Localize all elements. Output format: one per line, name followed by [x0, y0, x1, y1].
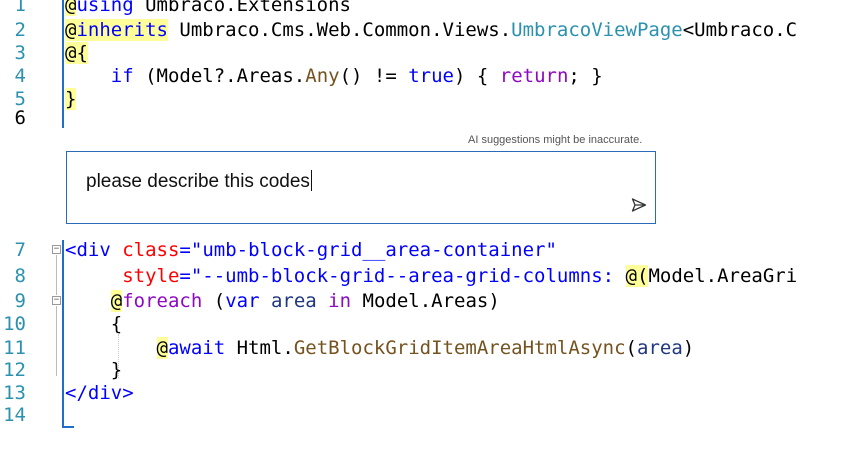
change-indicator-end [62, 426, 74, 428]
razor-block-close: } [65, 88, 77, 110]
change-indicator [62, 0, 64, 128]
collapse-icon[interactable]: − [52, 296, 61, 305]
razor-marker: @ [110, 290, 123, 312]
code-line: @using Umbraco.Extensions [65, 0, 351, 17]
razor-block-open: @{ [65, 42, 88, 64]
code-text: Umbraco.Extensions [133, 0, 351, 16]
keyword: if [110, 65, 134, 87]
code-text: Model.Areas) [362, 290, 500, 312]
line-number: 12 [3, 359, 26, 381]
method-name: GetBlockGridItemAreaHtmlAsync [293, 337, 626, 359]
text-caret [310, 170, 312, 191]
ai-disclaimer: AI suggestions might be inaccurate. [468, 134, 643, 146]
html-tag-open: <div [65, 239, 111, 261]
code-line: @inherits Umbraco.Cms.Web.Common.Views.U… [65, 19, 797, 42]
razor-marker: @ [156, 337, 168, 359]
keyword: await [167, 337, 226, 359]
line-number: 4 [14, 65, 26, 87]
code-line: </div> [65, 382, 134, 405]
code-line: @await Html.GetBlockGridItemAreaHtmlAsyn… [65, 337, 694, 360]
code-text: Umbraco.Cms.Web.Common.Views. [167, 19, 512, 41]
keyword: true [408, 65, 454, 87]
ai-chat-box[interactable]: please describe this codes [66, 151, 656, 224]
code-text: ; } [568, 65, 603, 87]
code-line: { [65, 313, 122, 336]
code-text: <Umbraco.C [682, 19, 798, 41]
line-number: 2 [14, 19, 26, 41]
code-text: ) { [453, 65, 500, 87]
razor-marker: @( [625, 265, 649, 287]
code-text: ) [682, 337, 695, 359]
line-number: 9 [14, 290, 26, 312]
chat-input[interactable]: please describe this codes [86, 170, 312, 193]
code-line: @foreach (var area in Model.Areas) [65, 290, 500, 313]
line-number: 3 [14, 42, 26, 64]
method-name: Any [305, 65, 340, 87]
line-number: 7 [14, 239, 26, 261]
collapse-icon[interactable]: − [52, 245, 61, 254]
keyword: return [499, 65, 569, 87]
html-attribute: class [122, 239, 180, 261]
keyword: in [316, 290, 363, 312]
variable: area [637, 337, 683, 359]
html-tag-close: </div> [65, 382, 134, 404]
code-line: } [65, 359, 122, 382]
code-text: = [179, 239, 191, 261]
razor-marker: @ [65, 19, 77, 41]
code-text: } [110, 359, 123, 381]
code-text: () != [339, 65, 409, 87]
line-number: 10 [3, 313, 26, 335]
chat-input-text: please describe this codes [86, 171, 310, 192]
string-literal: "--umb-block-grid--area-grid-columns: [190, 265, 626, 287]
line-number: 13 [3, 382, 26, 404]
fold-guide [56, 255, 57, 295]
type-name: UmbracoViewPage [511, 19, 683, 41]
line-number: 1 [14, 0, 26, 16]
keyword: var [225, 290, 260, 312]
line-number: 8 [14, 265, 26, 287]
line-number: 14 [3, 404, 26, 426]
code-line: <div class="umb-block-grid__area-contain… [65, 239, 557, 262]
code-text: (Model?.Areas. [133, 65, 306, 87]
code-text: ( [202, 290, 226, 312]
keyword: using [76, 0, 134, 16]
code-text: Html. [225, 337, 294, 359]
html-attribute: style [122, 265, 180, 287]
code-line: } [65, 88, 77, 111]
variable: area [270, 290, 317, 312]
line-number-current: 6 [14, 107, 26, 129]
keyword: inherits [76, 19, 168, 41]
code-editor[interactable]: 1 2 3 4 5 6 7 8 9 10 11 12 13 14 − − @us… [0, 0, 846, 454]
string-literal: "umb-block-grid__area-container" [190, 239, 557, 261]
send-icon[interactable] [631, 197, 647, 213]
change-indicator [62, 240, 64, 428]
code-text: Model.AreaGri [648, 265, 798, 287]
code-line: style="--umb-block-grid--area-grid-colum… [65, 265, 797, 288]
code-line: @{ [65, 42, 88, 65]
fold-guide [56, 306, 57, 376]
code-line: if (Model?.Areas.Any() != true) { return… [65, 65, 603, 88]
line-number: 11 [3, 337, 26, 359]
code-text: { [110, 313, 123, 335]
code-text: = [179, 265, 191, 287]
razor-marker: @ [65, 0, 77, 16]
keyword: foreach [122, 290, 203, 312]
code-text: ( [625, 337, 637, 359]
